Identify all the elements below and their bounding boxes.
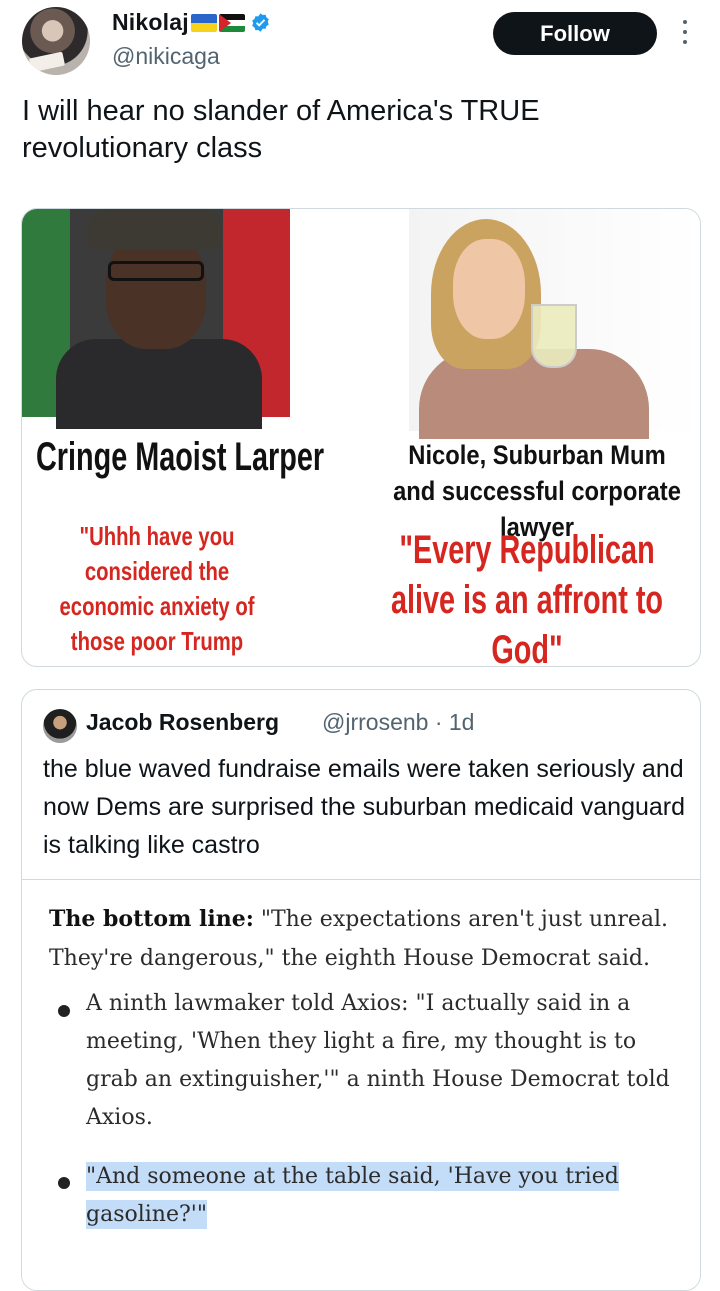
verified-badge-icon [252, 13, 269, 32]
article-bottom-line: The bottom line: "The expectations aren'… [49, 900, 679, 978]
left-caption-quote: "Uhhh have you considered the economic a… [59, 521, 255, 666]
left-portrait-photo [22, 209, 290, 429]
follow-button[interactable]: Follow [493, 12, 657, 55]
ukraine-flag-icon [190, 13, 217, 32]
left-caption-title: Cringe Maoist Larper [36, 435, 325, 479]
right-portrait-photo [409, 209, 700, 439]
bullet-dot-icon [58, 1177, 70, 1189]
highlighted-text: "And someone at the table said, 'Have yo… [86, 1162, 619, 1229]
bullet-dot-icon [58, 1005, 70, 1017]
author-avatar[interactable] [22, 7, 90, 75]
quoted-author-name: Jacob Rosenberg [86, 709, 279, 735]
quoted-author-meta: @jrrosenb · 1d [322, 709, 475, 735]
author-handle[interactable]: @nikicaga [112, 43, 220, 70]
author-display-name[interactable]: Nikolaj [112, 9, 189, 36]
author-name-row[interactable]: Nikolaj [112, 9, 271, 36]
article-bullet-2: "And someone at the table said, 'Have yo… [86, 1158, 646, 1234]
more-options-icon[interactable] [676, 16, 694, 48]
article-bullet-1: A ninth lawmaker told Axios: "I actually… [86, 991, 670, 1130]
quoted-tweet-text: the blue waved fundraise emails were tak… [43, 755, 686, 859]
palestine-flag-icon [218, 13, 245, 32]
tweet-text: I will hear no slander of America's TRUE… [22, 95, 540, 164]
bottom-line-label: The bottom line: [49, 906, 254, 932]
quoted-tweet-card[interactable]: Jacob Rosenberg @jrrosenb · 1d the blue … [21, 689, 701, 1291]
quoted-article-screenshot[interactable]: The bottom line: "The expectations aren'… [22, 879, 700, 1290]
right-caption-quote: "Every Republican alive is an affront to… [390, 528, 664, 667]
quoted-author-avatar [43, 709, 77, 743]
tweet-media-image[interactable]: Cringe Maoist Larper Nicole, Suburban Mu… [21, 208, 701, 667]
